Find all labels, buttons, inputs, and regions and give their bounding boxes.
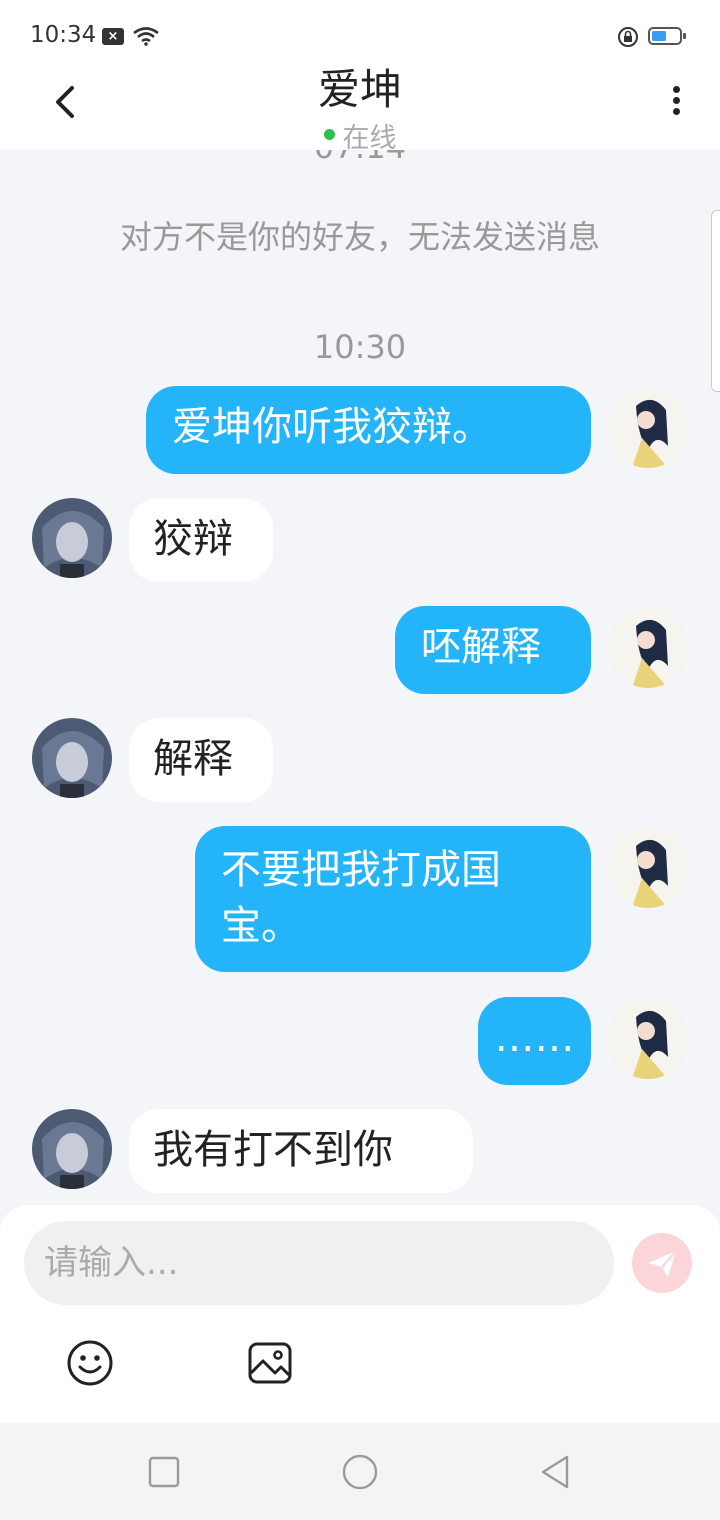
home-circle-icon[interactable]	[341, 1453, 379, 1491]
message-bubble-sent[interactable]: 呸解释	[395, 606, 591, 694]
send-button[interactable]	[632, 1233, 692, 1293]
status-time: 10:34	[30, 22, 97, 48]
system-notice: 对方不是你的好友，无法发送消息	[119, 218, 600, 256]
message-bubble-sent[interactable]: 不要把我打成国宝。	[195, 826, 591, 972]
wifi-icon	[133, 27, 159, 46]
online-dot-icon	[323, 129, 335, 140]
notification-x-icon: ×	[102, 28, 124, 45]
my-avatar[interactable]	[608, 388, 688, 468]
message-list[interactable]: 07:14 对方不是你的好友，无法发送消息 10:30 爱坤你听我狡辩。 狡辩 …	[0, 150, 720, 1205]
recents-square-icon[interactable]	[145, 1453, 183, 1491]
my-avatar[interactable]	[608, 828, 688, 908]
chat-header: 爱坤 在线	[0, 52, 720, 154]
message-bubble-received[interactable]: 我有打不到你	[129, 1109, 473, 1193]
message-bubble-sent[interactable]: ……	[478, 997, 591, 1085]
send-icon	[648, 1250, 677, 1277]
contact-avatar[interactable]	[32, 498, 112, 578]
back-triangle-icon[interactable]	[537, 1453, 575, 1491]
my-avatar[interactable]	[608, 999, 688, 1079]
rotation-lock-icon	[618, 27, 638, 47]
system-nav-bar	[0, 1423, 720, 1520]
contact-avatar[interactable]	[32, 718, 112, 798]
message-bubble-received[interactable]: 狡辩	[129, 498, 273, 582]
contact-name: 爱坤	[317, 65, 402, 114]
emoji-icon[interactable]	[66, 1339, 114, 1387]
time-divider: 10:30	[313, 328, 407, 366]
message-bubble-received[interactable]: 解释	[129, 718, 273, 802]
contact-avatar[interactable]	[32, 1109, 112, 1189]
battery-icon	[648, 27, 686, 45]
time-divider: 07:14	[0, 150, 720, 166]
image-icon[interactable]	[246, 1339, 294, 1387]
message-bubble-sent[interactable]: 爱坤你听我狡辩。	[146, 386, 591, 474]
composer	[0, 1205, 720, 1423]
more-vertical-icon[interactable]	[664, 82, 688, 122]
my-avatar[interactable]	[608, 608, 688, 688]
message-input[interactable]	[24, 1221, 614, 1305]
